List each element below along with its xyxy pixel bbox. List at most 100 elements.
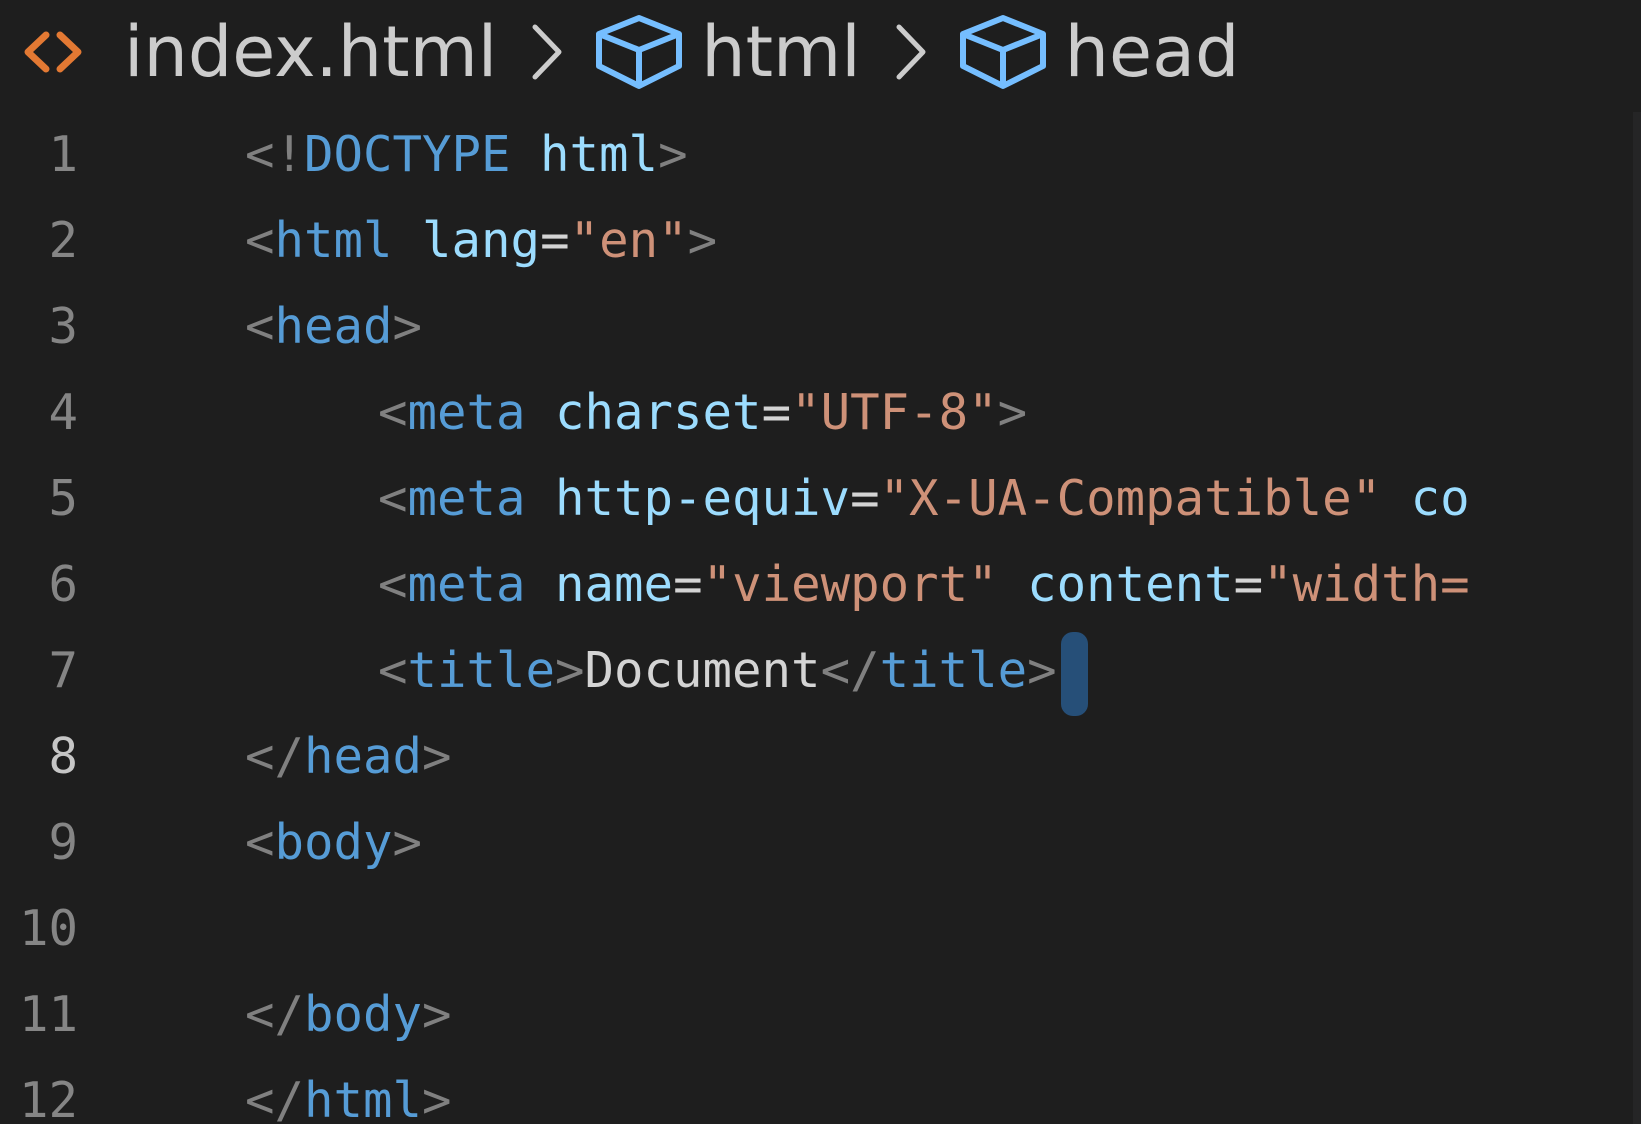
code-token: > xyxy=(687,212,718,269)
code-token: co xyxy=(1410,470,1470,527)
cube-icon xyxy=(959,15,1046,89)
line-content: </head> xyxy=(245,714,452,800)
code-token: meta xyxy=(407,556,526,613)
code-token: head xyxy=(274,298,393,355)
breadcrumb-item-html[interactable]: html xyxy=(593,11,861,93)
code-editor[interactable]: index.html html head 1 <!DOCTYPE html> 2… xyxy=(0,0,1641,1124)
line-number: 1 xyxy=(48,126,78,183)
breadcrumb-html-label: html xyxy=(701,11,861,93)
code-token: = xyxy=(850,470,880,527)
line-number: 6 xyxy=(48,556,78,613)
code-line[interactable]: 7 <title>Document</title> xyxy=(0,628,1641,716)
code-token: head xyxy=(304,728,423,785)
code-token: < xyxy=(245,298,275,355)
code-token: Document xyxy=(584,642,821,699)
code-token: > xyxy=(392,814,423,871)
breadcrumb-file-label: index.html xyxy=(124,11,498,93)
code-token: html xyxy=(540,126,659,183)
code-line[interactable]: 9 <body> xyxy=(0,800,1641,886)
code-token: > xyxy=(997,384,1028,441)
code-token: meta xyxy=(407,384,526,441)
code-token: </ xyxy=(245,728,305,785)
breadcrumb-item-head[interactable]: head xyxy=(957,11,1240,93)
code-token: "UTF-8" xyxy=(791,384,998,441)
code-brackets-icon xyxy=(24,31,82,73)
vertical-scrollbar[interactable] xyxy=(1633,112,1641,1124)
code-token: "width= xyxy=(1263,556,1470,613)
code-token: meta xyxy=(407,470,526,527)
line-number: 2 xyxy=(48,212,78,269)
line-content: <meta charset="UTF-8"> xyxy=(378,370,1027,456)
line-number: 4 xyxy=(48,384,78,441)
line-content: </html> xyxy=(245,1058,452,1124)
code-token: "en" xyxy=(569,212,688,269)
code-token: < xyxy=(378,642,408,699)
breadcrumb-item-file[interactable]: index.html xyxy=(0,17,497,87)
breadcrumb-head-label: head xyxy=(1064,11,1240,93)
code-token: < xyxy=(378,556,408,613)
code-token: < xyxy=(245,212,275,269)
line-content: <title>Document</title> xyxy=(378,628,1088,716)
code-token: http-equiv xyxy=(555,470,851,527)
line-content: <!DOCTYPE html> xyxy=(245,112,688,198)
code-token: > xyxy=(422,986,452,1043)
code-line[interactable]: 12 </html> xyxy=(0,1058,1641,1124)
code-line[interactable]: 5 <meta http-equiv="X-UA-Compatible" co xyxy=(0,456,1641,542)
code-token: html xyxy=(274,212,393,269)
code-token: = xyxy=(1233,556,1264,613)
line-number: 8 xyxy=(48,728,78,785)
code-token: html xyxy=(304,1072,423,1124)
code-line[interactable]: 11 </body> xyxy=(0,972,1641,1058)
chevron-right-icon xyxy=(896,24,926,80)
code-line[interactable]: 4 <meta charset="UTF-8"> xyxy=(0,370,1641,456)
breadcrumb: index.html html head xyxy=(0,0,1641,104)
code-token: content xyxy=(1027,556,1234,613)
line-number: 3 xyxy=(48,298,78,355)
line-number: 11 xyxy=(18,986,78,1043)
code-token: <! xyxy=(245,126,305,183)
code-token: title xyxy=(407,642,556,699)
code-token: > xyxy=(1027,642,1057,699)
code-token: < xyxy=(378,470,408,527)
line-content: <body> xyxy=(245,800,422,886)
code-token: = xyxy=(673,556,703,613)
code-token: </ xyxy=(245,1072,305,1124)
line-content: <head> xyxy=(245,284,422,370)
code-token: > xyxy=(658,126,688,183)
text-cursor xyxy=(1060,631,1088,716)
code-token: "viewport" xyxy=(702,556,998,613)
code-token: < xyxy=(245,814,275,871)
code-line[interactable]: 1 <!DOCTYPE html> xyxy=(0,112,1641,198)
line-content: <html lang="en"> xyxy=(245,198,717,284)
code-token: "X-UA-Compatible" xyxy=(879,470,1382,527)
code-token: body xyxy=(274,814,393,871)
code-line[interactable]: 8 </head> xyxy=(0,714,1641,800)
code-line[interactable]: 10 xyxy=(0,886,1641,972)
code-token: = xyxy=(761,384,792,441)
code-line[interactable]: 3 <head> xyxy=(0,284,1641,370)
code-token: DOCTYPE xyxy=(304,126,511,183)
line-number: 9 xyxy=(48,814,78,871)
chevron-right-icon xyxy=(532,24,562,80)
code-token: name xyxy=(555,556,674,613)
line-number: 7 xyxy=(48,642,78,699)
cube-icon xyxy=(596,15,683,89)
code-token: > xyxy=(555,642,585,699)
line-number: 12 xyxy=(18,1072,78,1124)
code-line[interactable]: 2 <html lang="en"> xyxy=(0,198,1641,284)
code-token: > xyxy=(422,1072,452,1124)
code-line[interactable]: 6 <meta name="viewport" content="width= xyxy=(0,542,1641,628)
line-content: <meta name="viewport" content="width= xyxy=(378,542,1470,628)
line-content: <meta http-equiv="X-UA-Compatible" co xyxy=(378,456,1470,542)
code-token: > xyxy=(422,728,452,785)
code-token: </ xyxy=(820,642,880,699)
line-content: </body> xyxy=(245,972,452,1058)
code-token: < xyxy=(378,384,408,441)
code-area[interactable]: 1 <!DOCTYPE html> 2 <html lang="en"> 3 <head>… xyxy=(0,112,1641,1124)
